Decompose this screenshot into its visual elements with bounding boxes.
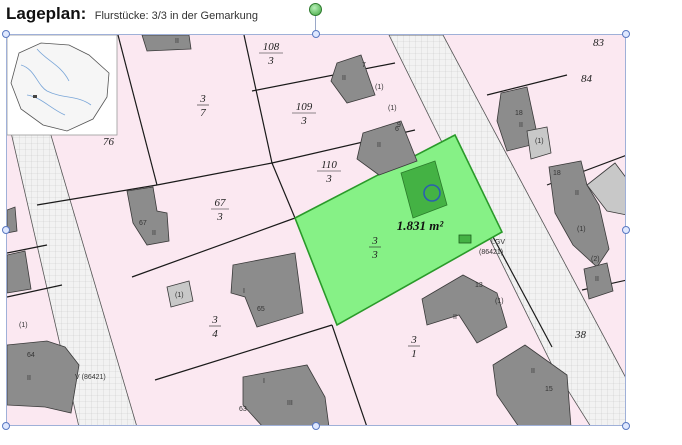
building-label: (1) <box>19 322 28 329</box>
parcel-label-num: 110 <box>321 159 337 171</box>
road-code: (86421) <box>479 249 503 256</box>
selected-parcel-outbuilding <box>458 234 472 244</box>
parcel-label-den: 3 <box>371 249 378 261</box>
rotate-handle[interactable] <box>309 3 322 16</box>
resize-handle-left[interactable] <box>2 226 10 234</box>
building-label: II <box>27 375 31 382</box>
road-code-left: V (86421) <box>75 374 106 381</box>
parcel-label-den: 3 <box>267 55 274 67</box>
building-label: 65 <box>257 306 265 313</box>
header: Lageplan: Flurstücke: 3/3 in der Gemarku… <box>6 4 258 28</box>
building-label: (1) <box>577 226 586 233</box>
building-label: I <box>243 288 245 295</box>
resize-handle-right[interactable] <box>622 226 630 234</box>
house-number: 84 <box>581 73 593 85</box>
parcel-label-den: 3 <box>325 173 332 185</box>
parcel-label-den: 3 <box>216 211 223 223</box>
building-label: (1) <box>375 84 384 91</box>
resize-handle-bottom-right[interactable] <box>622 422 630 430</box>
building-label: 64 <box>27 352 35 359</box>
overview-location-icon <box>33 95 37 98</box>
building-label: II <box>342 75 346 82</box>
parcel-label-den: 7 <box>200 107 206 119</box>
building-label: 18 <box>553 170 561 177</box>
overview-map[interactable] <box>7 35 118 136</box>
resize-handle-top-right[interactable] <box>622 30 630 38</box>
building-label: I <box>263 378 265 385</box>
house-number: 83 <box>593 37 605 49</box>
building-label: 15 <box>545 386 553 393</box>
building-label: II <box>152 230 156 237</box>
building-label: II <box>377 142 381 149</box>
parcel-label-den: 3 <box>300 115 307 127</box>
parcel-label-num: 3 <box>410 334 417 346</box>
parcel-label-num: 3 <box>211 314 218 326</box>
building-label: 13 <box>475 282 483 289</box>
building-label: II <box>519 122 523 129</box>
resize-handle-bottom[interactable] <box>312 422 320 430</box>
building-label: II <box>175 38 179 45</box>
building-label: (1) <box>175 292 184 299</box>
house-number: 76 <box>103 136 115 148</box>
building-label: II <box>531 368 535 375</box>
resize-handle-top-left[interactable] <box>2 30 10 38</box>
building-label: 18 <box>515 110 523 117</box>
building-label: II <box>575 190 579 197</box>
building-label: (1) <box>495 298 504 305</box>
building-label: II <box>595 276 599 283</box>
cadastral-map: 108 3 3 7 109 3 110 3 67 3 3 3 3 4 3 1 1… <box>7 35 625 425</box>
parcel-label-num: 3 <box>199 93 206 105</box>
building-label: (1) <box>535 138 544 145</box>
road-label: LGV <box>491 239 505 246</box>
building-label: 7 <box>362 62 366 69</box>
building-label: 9 <box>397 122 401 129</box>
building-label: (1) <box>388 105 397 112</box>
parcel-label-num: 67 <box>215 197 227 209</box>
building-label: II <box>453 314 457 321</box>
map-frame[interactable]: 108 3 3 7 109 3 110 3 67 3 3 3 3 4 3 1 1… <box>6 34 626 426</box>
resize-handle-top[interactable] <box>312 30 320 38</box>
resize-handle-bottom-left[interactable] <box>2 422 10 430</box>
building-label: 63 <box>239 406 247 413</box>
parcel-label-num: 3 <box>371 235 378 247</box>
building-label: 67 <box>139 220 147 227</box>
parcel-label-num: 108 <box>263 41 280 53</box>
parcel-label-den: 4 <box>212 328 218 340</box>
page-title: Lageplan: <box>6 4 87 23</box>
parcel-label-num: 109 <box>296 101 313 113</box>
parcel-area-label: 1.831 m² <box>397 218 445 233</box>
parcel-label-den: 1 <box>411 348 417 360</box>
building-label: III <box>287 400 293 407</box>
house-number: 38 <box>574 329 587 341</box>
page-subtitle: Flurstücke: 3/3 in der Gemarkung <box>94 10 258 22</box>
building-label: (2) <box>591 256 600 263</box>
